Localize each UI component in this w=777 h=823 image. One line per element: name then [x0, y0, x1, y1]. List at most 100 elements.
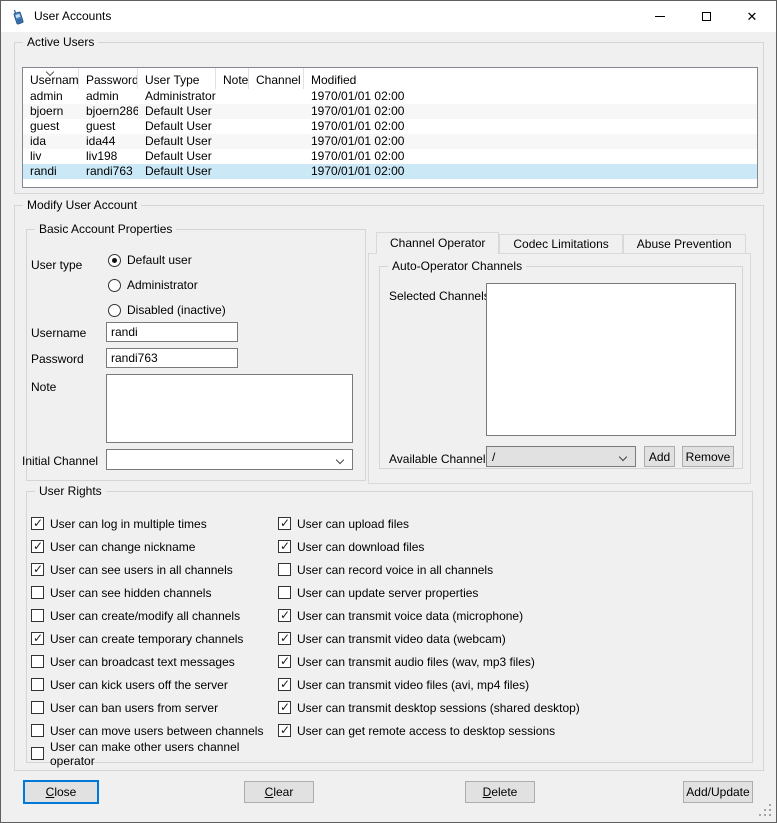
checkbox-user-can-transmit-desktop-sessions-shared-deskto[interactable] [278, 701, 291, 714]
add-channel-button[interactable]: Add [644, 446, 675, 467]
checkbox-user-can-kick-users-off-the-server[interactable] [31, 678, 44, 691]
username-field[interactable] [106, 322, 238, 342]
available-channels-value: / [492, 450, 495, 464]
tab-abuse-prevention[interactable]: Abuse Prevention [623, 234, 746, 253]
delete-button[interactable]: Delete [465, 781, 535, 803]
user-right-user-can-make-other-users-channel-operator: User can make other users channel operat… [31, 742, 271, 765]
column-header-note[interactable]: Note [216, 68, 249, 89]
cell-channel [249, 104, 304, 119]
close-button[interactable]: Close [23, 780, 99, 804]
close-icon: ✕ [747, 10, 758, 23]
checkbox-user-can-transmit-audio-files-wav-mp3-files[interactable] [278, 655, 291, 668]
checkbox-user-can-broadcast-text-messages[interactable] [31, 655, 44, 668]
radio-default-user[interactable] [108, 254, 121, 267]
table-header: UsernamePasswordUser TypeNoteChannelModi… [23, 68, 757, 89]
checkbox-user-can-create-modify-all-channels[interactable] [31, 609, 44, 622]
cell-modified: 1970/01/01 02:00 [304, 119, 757, 134]
initial-channel-combobox[interactable] [106, 449, 353, 470]
user-accounts-dialog: User Accounts ✕ Active Users UsernamePas… [0, 0, 777, 823]
titlebar[interactable]: User Accounts ✕ [1, 1, 776, 32]
checkbox-user-can-transmit-video-data-webcam[interactable] [278, 632, 291, 645]
resize-grip-icon[interactable] [758, 804, 771, 817]
remove-channel-button[interactable]: Remove [682, 446, 734, 467]
user-right-user-can-see-hidden-channels: User can see hidden channels [31, 581, 271, 604]
basic-account-properties-legend: Basic Account Properties [35, 222, 176, 236]
cell-note [216, 119, 249, 134]
checkbox-user-can-move-users-between-channels[interactable] [31, 724, 44, 737]
checkbox-label: User can move users between channels [50, 724, 263, 738]
cell-modified: 1970/01/01 02:00 [304, 134, 757, 149]
clear-button[interactable]: Clear [244, 781, 314, 803]
cell-user-type: Administrator [138, 89, 216, 104]
checkbox-user-can-make-other-users-channel-operator[interactable] [31, 747, 44, 760]
checkbox-user-can-download-files[interactable] [278, 540, 291, 553]
column-header-user-type[interactable]: User Type [138, 68, 216, 89]
checkbox-user-can-transmit-voice-data-microphone[interactable] [278, 609, 291, 622]
user-right-user-can-see-users-in-all-channels: User can see users in all channels [31, 558, 271, 581]
tab-channel-operator[interactable]: Channel Operator [376, 232, 499, 254]
maximize-button[interactable] [683, 1, 729, 32]
cell-user-type: Default User [138, 134, 216, 149]
checkbox-label: User can create temporary channels [50, 632, 243, 646]
user-type-option-administrator[interactable]: Administrator [108, 278, 226, 292]
cell-password: admin [79, 89, 138, 104]
radio-disabled-inactive[interactable] [108, 304, 121, 317]
user-right-user-can-get-remote-access-to-desktop-sessions: User can get remote access to desktop se… [278, 719, 608, 742]
checkbox-user-can-change-nickname[interactable] [31, 540, 44, 553]
table-row-ida[interactable]: idaida44Default User1970/01/01 02:00 [23, 134, 757, 149]
table-row-guest[interactable]: guestguestDefault User1970/01/01 02:00 [23, 119, 757, 134]
cell-channel [249, 164, 304, 179]
table-row-bjoern[interactable]: bjoernbjoern286Default User1970/01/01 02… [23, 104, 757, 119]
table-row-randi[interactable]: randirandi763Default User1970/01/01 02:0… [23, 164, 757, 179]
maximize-icon [702, 12, 711, 21]
radio-label: Default user [127, 253, 192, 267]
table-row-liv[interactable]: livliv198Default User1970/01/01 02:00 [23, 149, 757, 164]
checkbox-label: User can update server properties [297, 586, 478, 600]
tab-bar: Channel OperatorCodec LimitationsAbuse P… [376, 232, 746, 254]
checkbox-user-can-upload-files[interactable] [278, 517, 291, 530]
minimize-button[interactable] [637, 1, 683, 32]
chevron-down-icon [336, 456, 344, 464]
checkbox-user-can-see-users-in-all-channels[interactable] [31, 563, 44, 576]
checkbox-label: User can transmit desktop sessions (shar… [297, 701, 580, 715]
checkbox-label: User can broadcast text messages [50, 655, 235, 669]
available-channels-combobox[interactable]: / [486, 446, 636, 467]
tab-codec-limitations[interactable]: Codec Limitations [499, 234, 622, 253]
user-right-user-can-create-modify-all-channels: User can create/modify all channels [31, 604, 271, 627]
checkbox-user-can-ban-users-from-server[interactable] [31, 701, 44, 714]
close-window-button[interactable]: ✕ [729, 1, 775, 32]
table-row-admin[interactable]: adminadminAdministrator1970/01/01 02:00 [23, 89, 757, 104]
checkbox-user-can-get-remote-access-to-desktop-sessions[interactable] [278, 724, 291, 737]
checkbox-user-can-log-in-multiple-times[interactable] [31, 517, 44, 530]
checkbox-user-can-update-server-properties[interactable] [278, 586, 291, 599]
cell-password: randi763 [79, 164, 138, 179]
password-field[interactable] [106, 348, 238, 368]
column-header-password[interactable]: Password [79, 68, 138, 89]
window-title: User Accounts [34, 1, 111, 32]
user-rights-right-column: User can upload filesUser can download f… [278, 512, 608, 742]
checkbox-user-can-create-temporary-channels[interactable] [31, 632, 44, 645]
selected-channels-listbox[interactable] [486, 283, 736, 436]
column-header-modified[interactable]: Modified [304, 68, 757, 89]
user-type-option-default-user[interactable]: Default user [108, 253, 226, 267]
add-update-button[interactable]: Add/Update [683, 781, 753, 803]
user-right-user-can-download-files: User can download files [278, 535, 608, 558]
user-rights-legend: User Rights [35, 484, 106, 498]
cell-note [216, 164, 249, 179]
note-field[interactable] [106, 374, 353, 443]
active-users-table[interactable]: UsernamePasswordUser TypeNoteChannelModi… [22, 67, 758, 188]
checkbox-user-can-record-voice-in-all-channels[interactable] [278, 563, 291, 576]
checkbox-label: User can see users in all channels [50, 563, 233, 577]
user-right-user-can-transmit-desktop-sessions-shared-deskto: User can transmit desktop sessions (shar… [278, 696, 608, 719]
initial-channel-label: Initial Channel [22, 454, 98, 468]
radio-administrator[interactable] [108, 279, 121, 292]
checkbox-label: User can kick users off the server [50, 678, 228, 692]
checkbox-user-can-transmit-video-files-avi-mp4-files[interactable] [278, 678, 291, 691]
cell-password: ida44 [79, 134, 138, 149]
user-type-option-disabled-inactive[interactable]: Disabled (inactive) [108, 303, 226, 317]
cell-user-type: Default User [138, 119, 216, 134]
column-header-channel[interactable]: Channel [249, 68, 304, 89]
checkbox-user-can-see-hidden-channels[interactable] [31, 586, 44, 599]
radio-label: Administrator [127, 278, 198, 292]
user-right-user-can-transmit-voice-data-microphone: User can transmit voice data (microphone… [278, 604, 608, 627]
